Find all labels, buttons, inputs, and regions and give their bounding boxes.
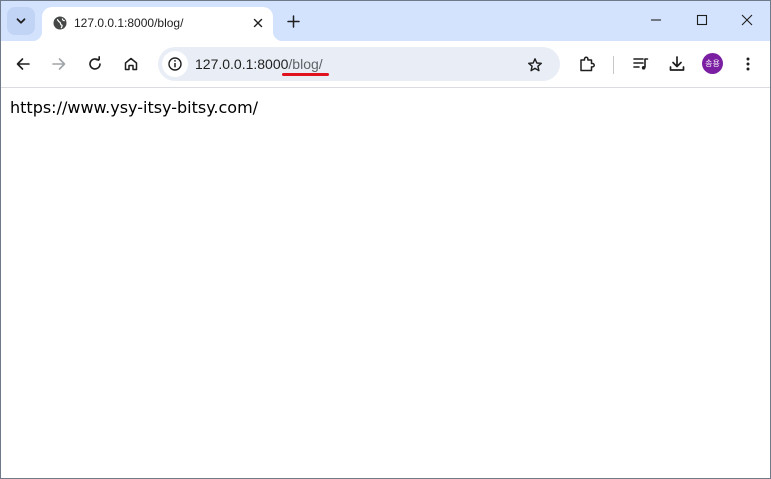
maximize-button[interactable] [679, 1, 725, 39]
url-path: /blog/ [288, 56, 323, 72]
site-info-button[interactable] [162, 51, 188, 77]
close-icon[interactable] [249, 14, 267, 32]
reload-button[interactable] [81, 50, 109, 78]
address-bar[interactable]: 127.0.0.1:8000/blog/ [158, 47, 560, 81]
tab-search-button[interactable] [7, 7, 35, 35]
menu-button[interactable] [734, 50, 762, 78]
bookmark-button[interactable] [524, 54, 546, 76]
browser-window: 127.0.0.1:8000/blog/ 127.0.0.1:8000/blog… [0, 0, 771, 479]
home-button[interactable] [117, 50, 145, 78]
page-body-text: https://www.ysy-itsy-bitsy.com/ [10, 98, 259, 117]
reload-icon [87, 56, 103, 72]
annotation-underline [282, 73, 329, 76]
queue-music-icon [632, 55, 650, 73]
download-icon [668, 55, 686, 73]
downloads-button[interactable] [663, 50, 691, 78]
arrow-right-icon [51, 56, 67, 72]
back-button[interactable] [9, 50, 37, 78]
star-icon [527, 57, 543, 73]
media-controls-button[interactable] [627, 50, 655, 78]
profile-avatar[interactable]: 송용 [702, 53, 723, 74]
globe-icon [52, 15, 68, 31]
toolbar-divider [613, 56, 614, 74]
tab-title: 127.0.0.1:8000/blog/ [74, 16, 184, 30]
new-tab-button[interactable] [281, 9, 305, 33]
tab-active[interactable]: 127.0.0.1:8000/blog/ [32, 7, 283, 41]
tab-strip: 127.0.0.1:8000/blog/ [1, 1, 770, 41]
chevron-down-icon [15, 15, 27, 27]
url-host: 127.0.0.1:8000 [195, 56, 289, 72]
puzzle-icon [578, 55, 596, 73]
close-icon [741, 14, 753, 26]
info-icon [167, 56, 183, 72]
arrow-left-icon [15, 56, 31, 72]
plus-icon [286, 14, 300, 28]
more-vertical-icon [740, 56, 756, 72]
minimize-icon [650, 14, 662, 26]
minimize-button[interactable] [633, 1, 679, 39]
browser-toolbar: 127.0.0.1:8000/blog/ [1, 41, 770, 88]
extensions-button[interactable] [573, 50, 601, 78]
maximize-icon [696, 14, 708, 26]
forward-button[interactable] [45, 50, 73, 78]
page-content: https://www.ysy-itsy-bitsy.com/ [1, 88, 770, 478]
home-icon [123, 56, 139, 72]
url-text[interactable]: 127.0.0.1:8000/blog/ [195, 56, 323, 72]
window-close-button[interactable] [724, 1, 770, 39]
